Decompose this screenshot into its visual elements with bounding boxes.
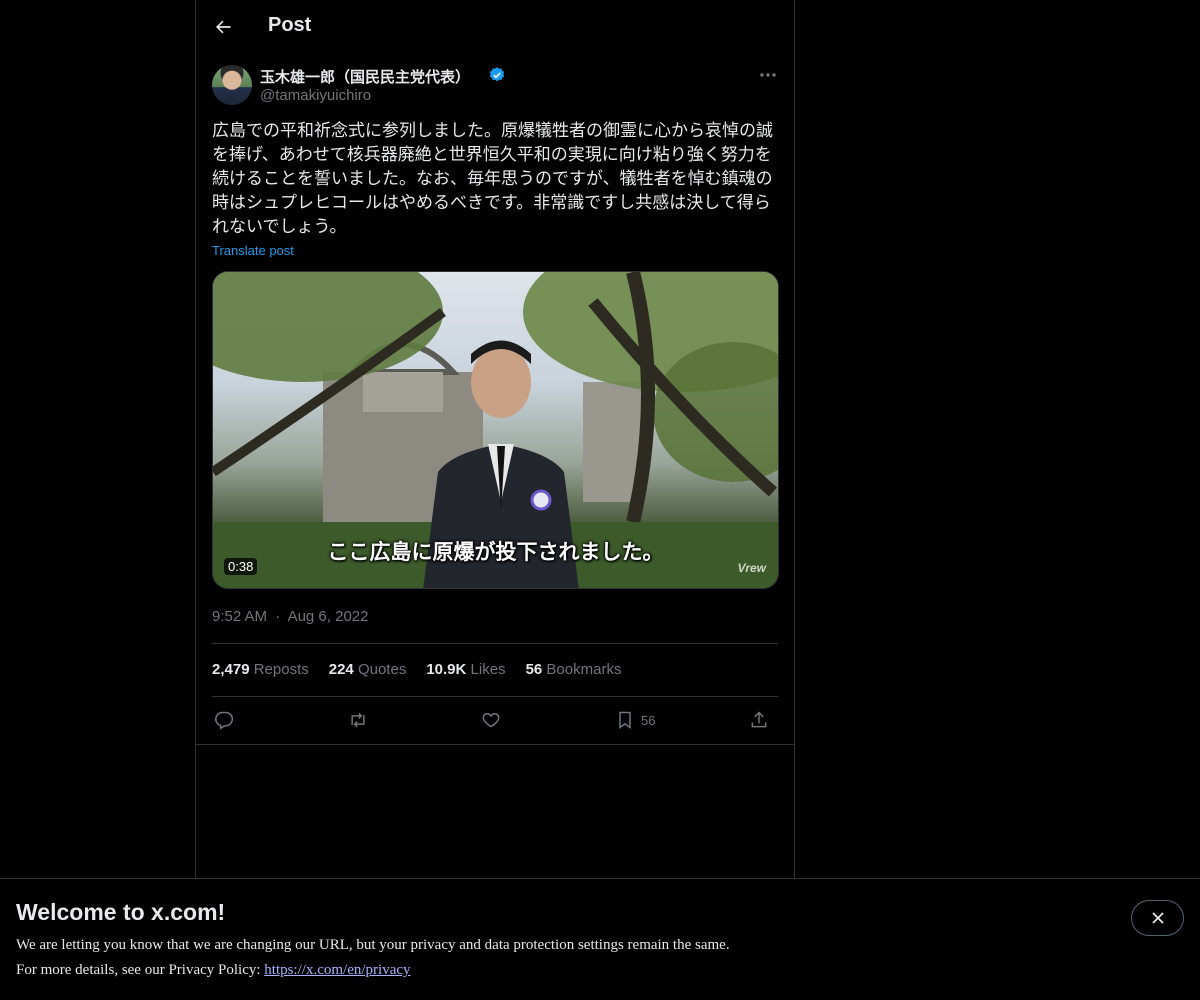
share-button[interactable] (749, 706, 769, 734)
video-duration: 0:38 (224, 558, 258, 575)
timestamp-separator: · (275, 608, 281, 625)
bookmark-icon (619, 711, 631, 729)
stat-count: 2,479 (212, 661, 250, 678)
stat-count: 10.9K (426, 661, 467, 678)
reply-icon (215, 711, 234, 730)
arrow-left-icon (216, 20, 231, 34)
stat-label: Likes (470, 661, 506, 678)
verified-badge-icon (489, 67, 505, 82)
stat-label: Quotes (357, 661, 407, 678)
banner-policy-text: For more details, see our Privacy Policy… (16, 962, 411, 979)
avatar[interactable] (212, 65, 252, 105)
stat-label: Reposts (253, 661, 309, 678)
main-column: Post 玉木雄一郎（国民民主党代表） @tamakiyuichiro 広島での… (195, 0, 795, 1000)
banner-message: We are letting you know that we are chan… (16, 937, 730, 953)
stat-count: 56 (525, 661, 543, 678)
post-bottom-border (196, 744, 794, 745)
like-button[interactable] (481, 706, 501, 734)
stat-label: Bookmarks (546, 661, 622, 678)
divider (212, 696, 778, 697)
post-time: 9:52 AM (212, 608, 268, 625)
banner-title: Welcome to x.com! (16, 899, 226, 925)
share-icon (751, 711, 767, 728)
privacy-policy-link[interactable]: https://x.com/en/privacy (264, 962, 410, 978)
author-name[interactable]: 玉木雄一郎（国民民主党代表） (260, 66, 470, 87)
stat-bookmarks[interactable]: 56 Bookmarks (526, 661, 622, 678)
bookmark-count: 56 (641, 712, 656, 728)
author-row: 玉木雄一郎（国民民主党代表） @tamakiyuichiro (212, 65, 780, 109)
heart-icon (482, 712, 500, 728)
page-title: Post (268, 14, 312, 36)
stat-reposts[interactable]: 2,479 Reposts (212, 661, 309, 678)
author-handle[interactable]: @tamakiyuichiro (260, 87, 371, 104)
post-text: 広島での平和祈念式に参列しました。原爆犠牲者の御霊に心から哀悼の誠 を捧げ、あわ… (212, 121, 773, 237)
engagement-stats: 2,479 Reposts 224 Quotes 10.9K Likes 56 … (212, 661, 621, 678)
video-player[interactable]: ここ広島に原爆が投下されました。 0:38 Vrew (212, 271, 779, 589)
repost-icon (351, 712, 365, 728)
reply-button[interactable] (214, 706, 234, 734)
close-banner-button[interactable] (1131, 900, 1184, 936)
repost-button[interactable] (347, 706, 369, 734)
close-icon (1151, 912, 1164, 924)
banner-policy-prefix: For more details, see our Privacy Policy… (16, 962, 265, 978)
post-date: Aug 6, 2022 (287, 608, 369, 625)
stat-likes[interactable]: 10.9K Likes (426, 661, 505, 678)
bookmark-button[interactable]: 56 (615, 706, 655, 734)
post-header: Post (196, 0, 794, 54)
stat-count: 224 (328, 661, 354, 678)
action-bar: 56 (212, 706, 778, 734)
video-subtitle: ここ広島に原爆が投下されました。 (327, 540, 664, 564)
divider (212, 643, 778, 644)
video-watermark: Vrew (737, 561, 766, 575)
back-button[interactable] (206, 10, 240, 44)
welcome-banner: Welcome to x.com! We are letting you kno… (0, 878, 1200, 1000)
more-options-button[interactable] (756, 65, 780, 85)
translate-post-link[interactable]: Translate post (212, 243, 294, 258)
more-horizontal-icon (760, 73, 776, 77)
post-timestamp[interactable]: 9:52 AM · Aug 6, 2022 (212, 608, 368, 625)
stat-quotes[interactable]: 224 Quotes (329, 661, 407, 678)
